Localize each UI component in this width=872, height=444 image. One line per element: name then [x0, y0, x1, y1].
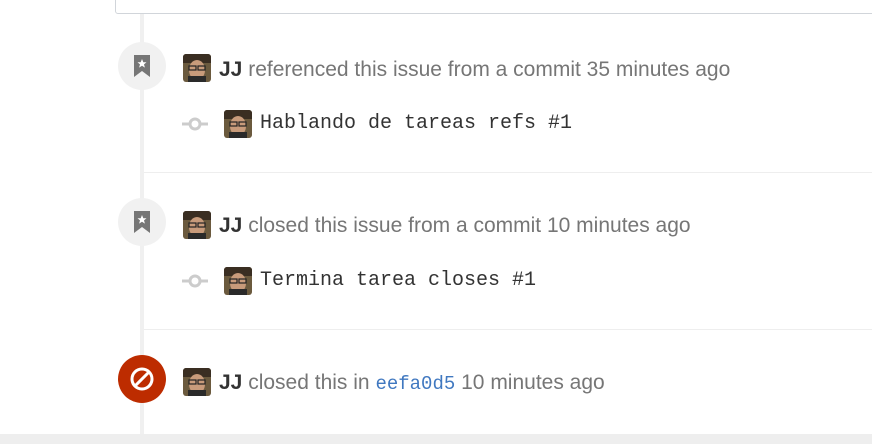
git-commit-icon — [182, 117, 208, 131]
footer-edge — [0, 434, 872, 444]
event-action: referenced this issue from a commit — [248, 58, 581, 81]
divider — [144, 172, 872, 173]
commit-message-link[interactable]: Termina tarea closes #1 — [260, 267, 536, 295]
comment-box-edge — [115, 0, 872, 14]
event-badge-closed — [118, 355, 166, 403]
author-link[interactable]: JJ — [219, 371, 242, 394]
avatar[interactable] — [183, 211, 211, 239]
avatar[interactable] — [224, 267, 252, 295]
event-action: closed this in — [248, 371, 370, 394]
event-time[interactable]: 10 minutes ago — [461, 371, 605, 394]
event-badge-reference — [118, 198, 166, 246]
avatar[interactable] — [183, 54, 211, 82]
event-text: JJ closed this in eefa0d5 10 minutes ago — [219, 369, 605, 398]
event-time[interactable]: 10 minutes ago — [547, 214, 691, 237]
commit-sha-link[interactable]: eefa0d5 — [375, 373, 455, 395]
bookmark-icon — [134, 55, 150, 77]
event-text: JJ referenced this issue from a commit 3… — [219, 56, 730, 84]
commit-message-link[interactable]: Hablando de tareas refs #1 — [260, 110, 572, 138]
event-text: JJ closed this issue from a commit 10 mi… — [219, 212, 691, 240]
avatar[interactable] — [224, 110, 252, 138]
author-link[interactable]: JJ — [219, 58, 242, 81]
event-badge-reference — [118, 42, 166, 90]
event-action: closed this issue from a commit — [248, 214, 542, 237]
git-commit-icon — [182, 274, 208, 288]
divider — [144, 329, 872, 330]
bookmark-icon — [134, 211, 150, 233]
avatar[interactable] — [183, 368, 211, 396]
circle-slash-icon — [130, 367, 154, 391]
event-time[interactable]: 35 minutes ago — [587, 58, 731, 81]
author-link[interactable]: JJ — [219, 214, 242, 237]
